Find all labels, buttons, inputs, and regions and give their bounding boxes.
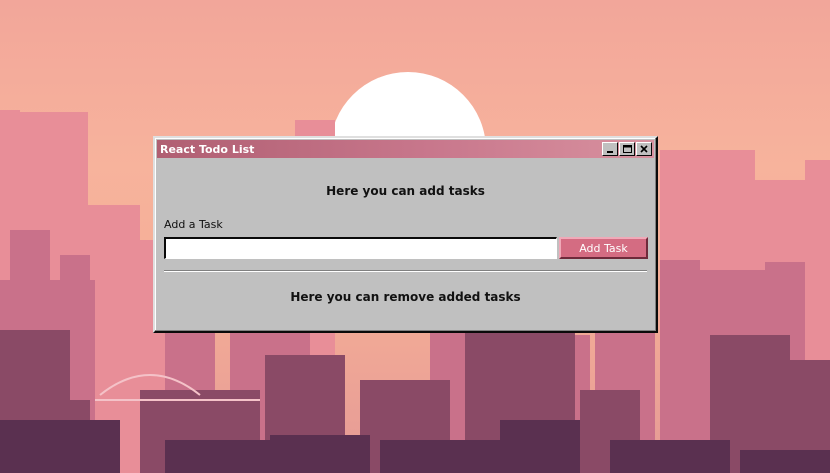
- desktop: React Todo List Here you can add tasks A…: [0, 0, 830, 473]
- add-task-input[interactable]: [164, 237, 557, 259]
- window-controls: [601, 142, 654, 156]
- close-icon: [640, 145, 648, 153]
- add-tasks-heading: Here you can add tasks: [326, 184, 485, 198]
- minimize-icon: [607, 151, 613, 153]
- minimize-button[interactable]: [602, 142, 618, 156]
- todo-window: React Todo List Here you can add tasks A…: [153, 136, 658, 333]
- maximize-button[interactable]: [619, 142, 635, 156]
- remove-tasks-heading: Here you can remove added tasks: [290, 290, 521, 304]
- add-task-button[interactable]: Add Task: [559, 237, 648, 259]
- window-title: React Todo List: [160, 142, 255, 156]
- window-titlebar[interactable]: React Todo List: [157, 140, 654, 158]
- section-divider: [164, 270, 647, 272]
- maximize-icon: [622, 145, 632, 153]
- add-task-label: Add a Task: [164, 218, 223, 231]
- close-button[interactable]: [636, 142, 652, 156]
